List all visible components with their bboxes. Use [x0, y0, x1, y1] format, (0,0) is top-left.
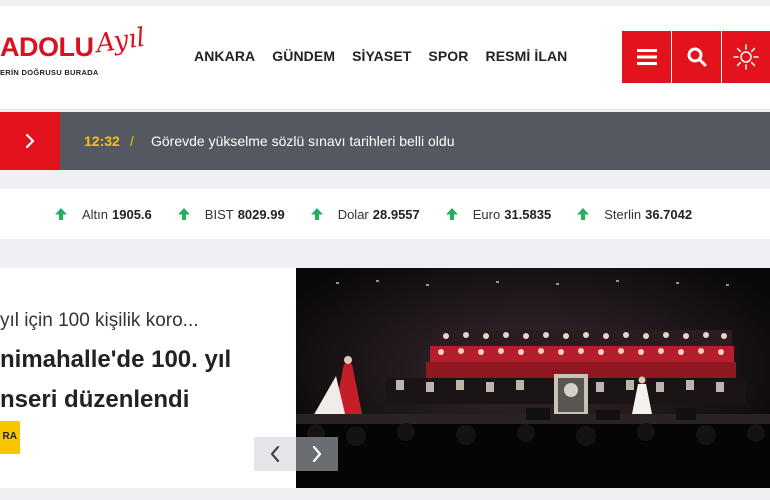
market-name: Altın — [82, 206, 109, 222]
logo-tagline: ERİN DOĞRUSU BURADA — [0, 68, 99, 77]
search-icon — [687, 47, 706, 67]
arrow-up-icon — [310, 208, 323, 220]
search-button[interactable] — [672, 31, 721, 83]
nav-item-ankara[interactable]: ANKARA — [194, 48, 255, 64]
nav-item-gundem[interactable]: GÜNDEM — [272, 48, 335, 64]
market-item-bist: BIST 8029.99 — [177, 207, 285, 222]
slide-title-line-1: nimahalle'de 100. yıl — [0, 346, 232, 373]
chevron-right-icon — [25, 134, 35, 148]
slider-next-button[interactable] — [296, 437, 338, 471]
site-logo[interactable]: ADOLU Ayıl ERİN DOĞRUSU BURADA — [0, 26, 170, 92]
market-item-dolar: Dolar 28.9557 — [310, 207, 420, 222]
market-name: Sterlin — [604, 206, 642, 222]
market-value: 28.9557 — [372, 206, 420, 222]
menu-icon — [636, 49, 657, 65]
market-item-euro: Euro 31.5835 — [445, 207, 551, 222]
category-badge[interactable]: RA — [0, 421, 20, 454]
slide-title[interactable]: nimahalle'de 100. yıl nseri düzenlendi — [0, 340, 296, 420]
nav-item-spor[interactable]: SPOR — [428, 48, 468, 64]
breaking-news-bar: 12:32 / Görevde yükselme sözlü sınavı ta… — [0, 112, 770, 170]
logo-script-text: Ayıl — [94, 26, 147, 60]
concert-photo — [296, 268, 770, 488]
menu-button[interactable] — [622, 31, 671, 83]
arrow-up-icon — [55, 208, 67, 220]
main-nav: ANKARA GÜNDEM SİYASET SPOR RESMİ İLAN — [194, 48, 567, 64]
market-name: Euro — [472, 206, 501, 222]
sun-icon — [733, 44, 759, 70]
chevron-right-icon — [312, 446, 322, 462]
slide-caption[interactable]: yıl için 100 kişilik koro... nimahalle'd… — [0, 268, 296, 488]
chevron-left-icon — [270, 446, 280, 462]
nav-item-resmi-ilan[interactable]: RESMİ İLAN — [486, 48, 568, 64]
arrow-up-icon — [445, 208, 458, 220]
nav-item-siyaset[interactable]: SİYASET — [352, 48, 411, 64]
slider-prev-button[interactable] — [254, 437, 296, 471]
category-badge-label: RA — [2, 431, 17, 442]
logo-main-text: ADOLU — [0, 32, 94, 62]
market-name: BIST — [204, 206, 234, 222]
breaking-next-button[interactable] — [0, 112, 60, 170]
market-name: Dolar — [337, 206, 369, 222]
market-value: 36.7042 — [645, 206, 693, 222]
arrow-up-icon — [177, 208, 190, 220]
site-header: ADOLU Ayıl ERİN DOĞRUSU BURADA ANKARA GÜ… — [0, 6, 770, 110]
breaking-time: 12:32 — [84, 133, 120, 149]
market-item-sterlin: Sterlin 36.7042 — [576, 207, 692, 222]
breaking-separator: / — [130, 133, 134, 149]
slide-subtitle: yıl için 100 kişilik koro... — [0, 310, 199, 331]
market-value: 1905.6 — [112, 206, 152, 222]
slide-title-line-2: nseri düzenlendi — [0, 386, 190, 413]
theme-toggle-button[interactable] — [722, 31, 770, 83]
market-ticker: Altın 1905.6 BIST 8029.99 Dolar 28.9557 … — [0, 189, 770, 239]
arrow-up-icon — [577, 208, 590, 220]
slide-image[interactable] — [296, 268, 770, 488]
headline-slider: yıl için 100 kişilik koro... nimahalle'd… — [0, 268, 770, 488]
market-item-altin: Altın 1905.6 — [54, 207, 152, 222]
market-value: 8029.99 — [237, 206, 285, 222]
market-value: 31.5835 — [504, 206, 552, 222]
breaking-headline-link[interactable]: Görevde yükselme sözlü sınavı tarihleri … — [151, 133, 454, 149]
